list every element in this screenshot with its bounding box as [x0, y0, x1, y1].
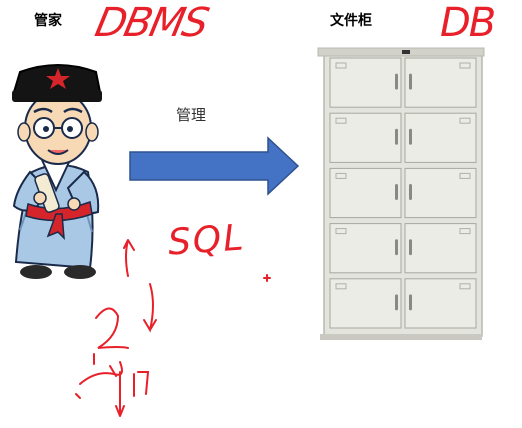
door-handle: [395, 294, 398, 311]
cabinet-door: [329, 278, 402, 329]
file-cabinet-illustration: [317, 47, 485, 340]
cabinet-door: [329, 57, 402, 108]
manage-arrow: [129, 136, 300, 196]
door-handle: [409, 73, 412, 90]
cabinet-door: [404, 223, 477, 274]
cabinet-door: [404, 112, 477, 163]
door-handle: [409, 294, 412, 311]
cabinet-door: [329, 167, 402, 219]
door-handle: [409, 239, 412, 256]
diagram-canvas: [12, 47, 485, 417]
door-handle: [395, 128, 398, 145]
steward-illustration: [12, 64, 102, 279]
door-handle: [409, 184, 412, 200]
door-handle: [395, 73, 398, 90]
cabinet-door: [404, 167, 477, 219]
door-handle: [395, 239, 398, 256]
door-handle: [395, 184, 398, 200]
cabinet-door: [329, 223, 402, 274]
red-annotation-strokes: [75, 239, 271, 417]
cabinet-door: [404, 278, 477, 329]
door-handle: [409, 128, 412, 145]
cabinet-door: [329, 112, 402, 163]
cabinet-door: [404, 57, 477, 108]
